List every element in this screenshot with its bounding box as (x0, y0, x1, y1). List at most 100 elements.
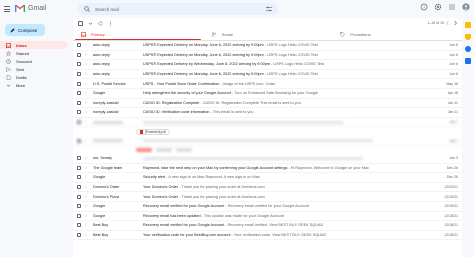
row-checkbox[interactable] (77, 232, 81, 237)
row-checkbox[interactable] (77, 165, 81, 170)
row-checkbox[interactable] (77, 138, 81, 143)
row-checkbox[interactable] (77, 100, 81, 105)
email-sender: Best Buy (93, 223, 109, 228)
refresh-icon[interactable] (98, 21, 103, 26)
email-snippet: - USPS Logo Hello COVID Test (263, 52, 318, 57)
star-icon[interactable]: ☆ (84, 222, 90, 228)
star-icon[interactable]: ☆ (84, 184, 90, 190)
email-row[interactable]: ☆ Domino's Order Your Domino's Order - T… (73, 183, 462, 193)
email-row[interactable]: ☆ auto-reply USPS® Expected Delivery on … (73, 41, 462, 51)
attachment-chip-redacted[interactable] (176, 147, 192, 152)
main-menu-icon[interactable] (4, 6, 10, 12)
email-row[interactable]: ☆ Domino's Pizza Your Domino's Order - T… (73, 192, 462, 202)
email-row[interactable]: ☆ auto-reply USPS® Expected Delivery on … (73, 70, 462, 80)
contacts-icon[interactable] (465, 58, 471, 64)
calendar-icon[interactable] (465, 22, 471, 28)
email-row-redacted[interactable]: ☆ Jan 7 (73, 136, 462, 146)
row-checkbox[interactable] (77, 72, 81, 77)
sidebar-item-starred[interactable]: Starred (0, 49, 68, 57)
star-icon[interactable]: ☆ (84, 90, 90, 96)
row-checkbox[interactable] (77, 52, 81, 57)
email-subject: Raymond, take the next step on your Mac … (143, 165, 288, 170)
email-row[interactable]: ☆ noreply-casioid CASIO ID: Verification… (73, 108, 462, 118)
email-row[interactable]: ☆ U.S. Postal Service USPS - Your Postal… (73, 79, 462, 89)
settings-gear-icon[interactable] (434, 3, 442, 11)
tasks-icon[interactable] (465, 46, 471, 52)
row-checkbox[interactable] (77, 175, 81, 180)
email-date: Jan 11 (447, 110, 458, 115)
search-icon[interactable] (84, 6, 90, 12)
star-icon[interactable]: ☆ (84, 52, 90, 58)
email-row-redacted[interactable]: ☆ Jan 7 (73, 118, 462, 128)
email-snippet: - USPS Logo Hello COVID Test (263, 72, 318, 77)
star-icon[interactable]: ☆ (84, 232, 90, 238)
more-vert-icon[interactable] (108, 21, 113, 26)
star-icon[interactable]: ☆ (84, 174, 90, 180)
tab-promotions[interactable]: Promotions (332, 29, 462, 40)
row-checkbox[interactable] (77, 204, 81, 209)
star-icon[interactable]: ☆ (84, 155, 90, 161)
row-checkbox[interactable] (77, 62, 81, 67)
email-row[interactable]: ☆ Best Buy Your verification code for yo… (73, 231, 462, 241)
chevron-right-icon[interactable] (453, 20, 458, 26)
star-icon[interactable]: ☆ (84, 42, 90, 48)
email-row[interactable]: ☆ Google Security alert - A new sign-in … (73, 173, 462, 183)
star-icon[interactable]: ☆ (84, 213, 90, 219)
star-icon[interactable]: ☆ (84, 203, 90, 209)
search-options-icon[interactable] (266, 6, 272, 12)
sidebar-item-sent[interactable]: Sent (0, 65, 68, 73)
row-checkbox[interactable] (77, 91, 81, 96)
email-row[interactable]: ☆ noreply-casioid CASIO ID: Registration… (73, 99, 462, 109)
star-icon[interactable]: ☆ (84, 119, 90, 125)
tab-social[interactable]: Social (203, 29, 333, 40)
row-checkbox[interactable] (77, 43, 81, 48)
sidebar-item-drafts[interactable]: Drafts (0, 73, 68, 81)
star-icon[interactable]: ☆ (84, 109, 90, 115)
search-bar[interactable]: Search mail (78, 3, 278, 15)
row-checkbox[interactable] (77, 194, 81, 199)
star-icon[interactable]: ☆ (84, 165, 90, 171)
search-input[interactable]: Search mail (95, 7, 119, 12)
star-icon[interactable]: ☆ (84, 100, 90, 106)
email-row[interactable]: ☆ Best Buy Recovery email verified for y… (73, 221, 462, 231)
row-checkbox[interactable] (77, 120, 81, 125)
chevron-down-icon[interactable] (88, 21, 93, 26)
chevron-left-icon[interactable] (445, 20, 450, 26)
compose-button[interactable]: Compose (5, 24, 45, 36)
attachment-chip[interactable]: [Embeded].pdf (136, 128, 170, 135)
star-icon[interactable]: ☆ (84, 194, 90, 200)
email-row[interactable]: ☆ The Google team Raymond, take the next… (73, 164, 462, 174)
tab-label: Promotions (350, 32, 371, 37)
email-row[interactable]: ☆ me, Sceaty Jan 3 (73, 154, 462, 164)
gmail-logo[interactable]: Gmail (15, 4, 46, 12)
email-date: Apr 18 (447, 91, 458, 96)
row-checkbox[interactable] (77, 81, 81, 86)
row-checkbox[interactable] (77, 110, 81, 115)
star-icon[interactable]: ☆ (84, 81, 90, 87)
apps-grid-icon[interactable] (448, 3, 456, 11)
row-checkbox[interactable] (77, 213, 81, 218)
sidebar-item-more[interactable]: More (0, 81, 68, 89)
keep-icon[interactable] (465, 34, 471, 40)
gmail-m-icon (15, 4, 25, 12)
star-icon[interactable]: ☆ (84, 138, 90, 144)
email-row[interactable]: ☆ auto-reply USPS® Expected Delivery by … (73, 60, 462, 70)
email-sender-redacted (93, 120, 123, 124)
attachment-chip-redacted[interactable] (136, 147, 152, 152)
email-row[interactable]: ☆ auto-reply USPS® Expected Delivery on … (73, 51, 462, 61)
star-icon[interactable]: ☆ (84, 61, 90, 67)
row-checkbox[interactable] (77, 223, 81, 228)
attachment-chip-redacted[interactable] (156, 147, 172, 152)
email-row[interactable]: ☆ Google Help strengthen the security of… (73, 89, 462, 99)
tab-primary[interactable]: Primary (73, 29, 203, 40)
sidebar-item-inbox[interactable]: Inbox (0, 41, 68, 49)
sidebar-item-snoozed[interactable]: Snoozed (0, 57, 68, 65)
help-icon[interactable]: ? (420, 3, 428, 11)
email-row[interactable]: ☆ Google Recovery email has been updated… (73, 212, 462, 222)
account-avatar[interactable] (462, 3, 470, 11)
star-icon[interactable]: ☆ (84, 71, 90, 77)
row-checkbox[interactable] (77, 156, 81, 161)
row-checkbox[interactable] (77, 185, 81, 190)
select-all-checkbox[interactable] (78, 21, 83, 26)
email-row[interactable]: ☆ Google Recovery email verified for you… (73, 202, 462, 212)
